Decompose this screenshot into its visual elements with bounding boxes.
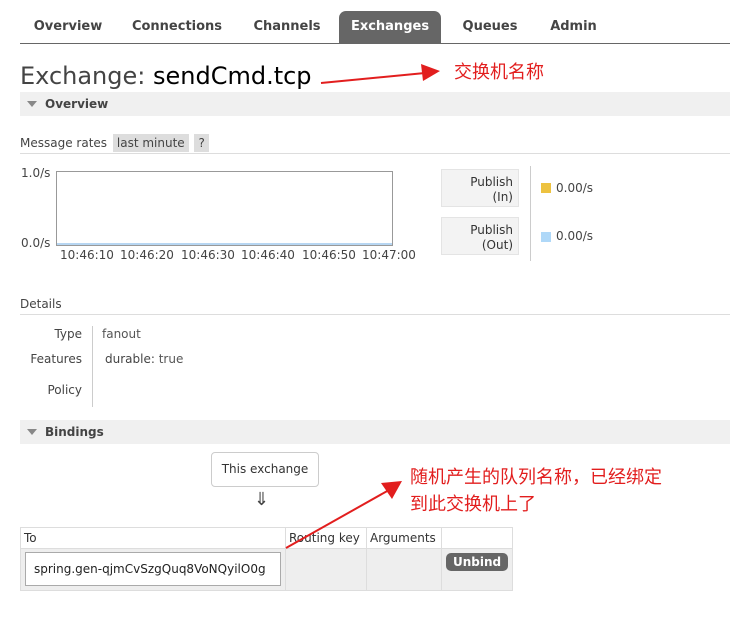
annotation-arrow-line: [285, 489, 390, 549]
annotation-arrow-line: [320, 72, 426, 84]
annotation-arrows: [285, 64, 440, 549]
annotation-arrowhead: [381, 481, 402, 499]
annotation-queue-line2: 到此交换机上了: [410, 494, 536, 515]
annotation-exchange-name: 交换机名称: [454, 62, 544, 83]
annotation-queue-line1: 随机产生的队列名称，已经绑定: [410, 467, 662, 488]
annotation-arrowhead: [421, 64, 440, 81]
